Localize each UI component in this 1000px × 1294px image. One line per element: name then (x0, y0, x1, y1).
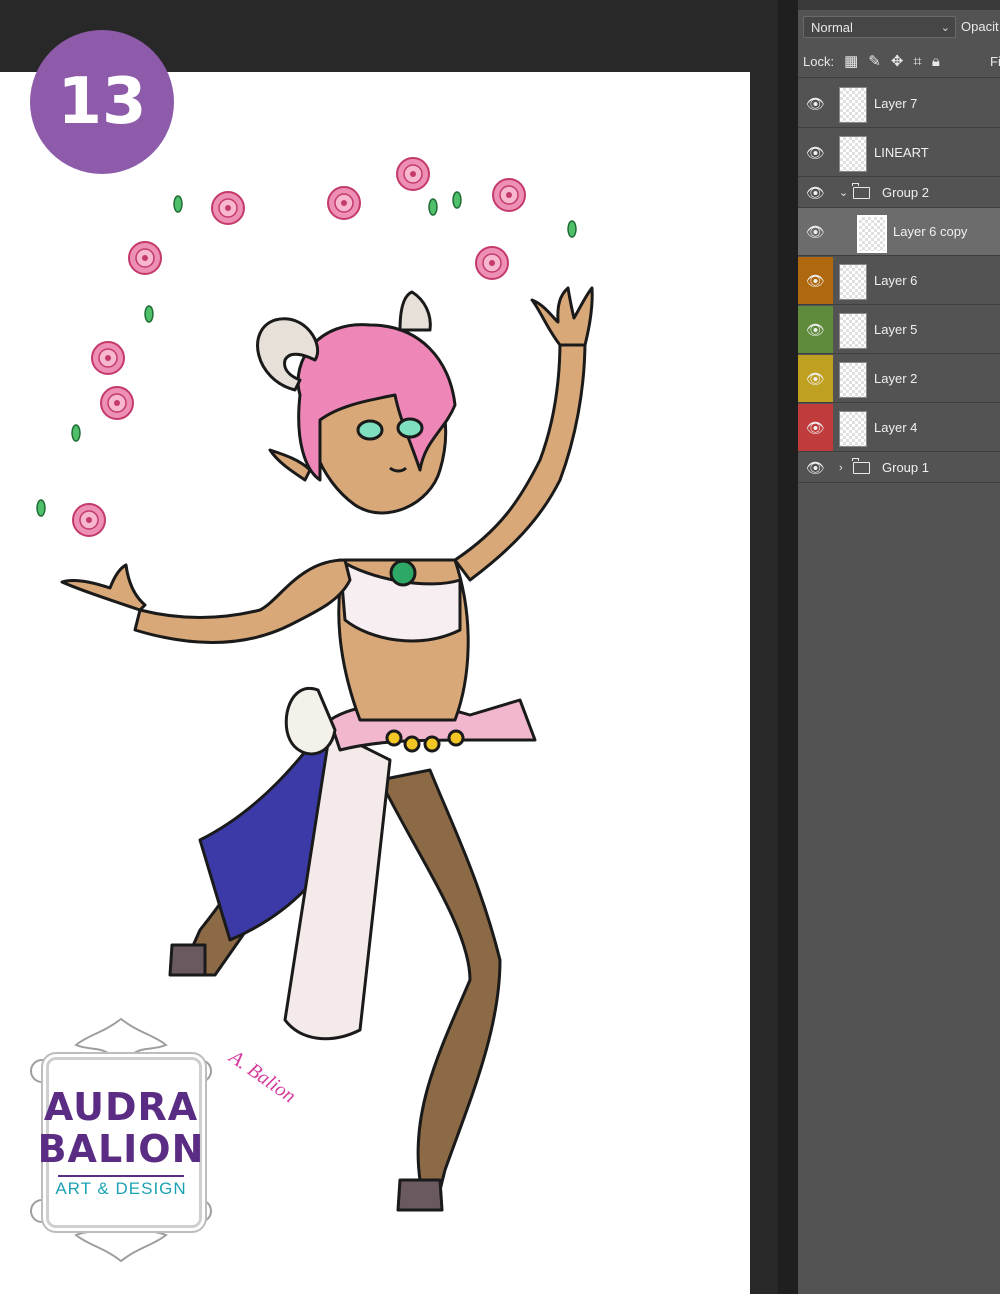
layer-name: Layer 2 (874, 371, 918, 386)
logo-tagline: ART & DESIGN (55, 1179, 187, 1198)
eye-icon[interactable]: 👁︎ (798, 208, 833, 255)
layers-panel: Normal ⌄ Opacit Lock: ▦ ✎ ✥ ⌗ 🔒︎ Fi 👁︎ L… (798, 0, 1000, 1294)
folder-icon (852, 183, 870, 199)
padlock-icon[interactable]: 🔒︎ (932, 53, 940, 70)
eye-icon[interactable]: 👁︎ (798, 257, 833, 304)
layer-thumbnail (839, 87, 867, 123)
layer-name: Layer 7 (874, 96, 918, 111)
folder-icon (852, 458, 870, 474)
step-number: 13 (57, 65, 147, 139)
eye-icon[interactable]: 👁︎ (798, 129, 833, 176)
layer-thumbnail (839, 313, 867, 349)
eye-icon[interactable]: 👁︎ (798, 453, 833, 482)
layer-row[interactable]: 👁︎ Layer 7 (798, 80, 1000, 128)
document-workspace[interactable]: A. Balion 13 AUDRA BALION ART & DESIGN (0, 0, 778, 1294)
layer-thumbnail (857, 215, 887, 253)
canvas-scroll-gutter[interactable] (778, 0, 798, 1294)
opacity-label[interactable]: Opacit (961, 19, 999, 34)
brand-logo: AUDRA BALION ART & DESIGN (28, 1015, 214, 1265)
artist-signature: A. Balion (223, 1045, 299, 1108)
layer-name: Layer 4 (874, 420, 918, 435)
lock-label: Lock: (803, 53, 835, 69)
layer-row[interactable]: 👁︎ Layer 6 (798, 257, 1000, 305)
blend-mode-select[interactable]: Normal ⌄ (803, 16, 956, 38)
logo-first-name: AUDRA (43, 1085, 199, 1129)
group-row[interactable]: 👁︎ › Group 1 (798, 453, 1000, 483)
blend-mode-value: Normal (811, 20, 853, 35)
eye-icon[interactable]: 👁︎ (798, 306, 833, 353)
layer-name: LINEART (874, 145, 929, 160)
group-name: Group 1 (882, 460, 929, 475)
transparency-lock-icon[interactable]: ▦ (844, 52, 858, 70)
fill-label[interactable]: Fi (990, 54, 1000, 69)
layer-row[interactable]: 👁︎ LINEART (798, 129, 1000, 177)
layer-row-selected[interactable]: 👁︎ Layer 6 copy (798, 208, 1000, 256)
logo-divider (58, 1175, 184, 1177)
eye-icon[interactable]: 👁︎ (798, 178, 833, 207)
layer-name: Layer 6 (874, 273, 918, 288)
group-row[interactable]: 👁︎ ⌄ Group 2 (798, 178, 1000, 208)
panel-divider (798, 77, 1000, 78)
eye-icon[interactable]: 👁︎ (798, 404, 833, 451)
panel-top-bar (798, 0, 1000, 10)
layer-name: Layer 5 (874, 322, 918, 337)
layer-name: Layer 6 copy (893, 224, 968, 239)
brush-lock-icon[interactable]: ✎ (868, 52, 881, 70)
lock-row: Lock: ▦ ✎ ✥ ⌗ 🔒︎ (803, 50, 940, 72)
layer-thumbnail (839, 136, 867, 172)
layer-row[interactable]: 👁︎ Layer 2 (798, 355, 1000, 403)
chevron-down-icon[interactable]: ⌄ (839, 178, 848, 207)
layer-row[interactable]: 👁︎ Layer 4 (798, 404, 1000, 452)
chevron-down-icon: ⌄ (940, 22, 950, 34)
layer-thumbnail (839, 362, 867, 398)
layer-thumbnail (839, 264, 867, 300)
move-lock-icon[interactable]: ✥ (891, 52, 904, 70)
eye-icon[interactable]: 👁︎ (798, 80, 833, 127)
eye-icon[interactable]: 👁︎ (798, 355, 833, 402)
artboard-lock-icon[interactable]: ⌗ (913, 53, 921, 70)
layer-row[interactable]: 👁︎ Layer 5 (798, 306, 1000, 354)
chevron-right-icon[interactable]: › (839, 453, 843, 482)
step-number-badge: 13 (30, 30, 174, 174)
logo-last-name: BALION (37, 1127, 205, 1171)
layer-thumbnail (839, 411, 867, 447)
group-name: Group 2 (882, 185, 929, 200)
